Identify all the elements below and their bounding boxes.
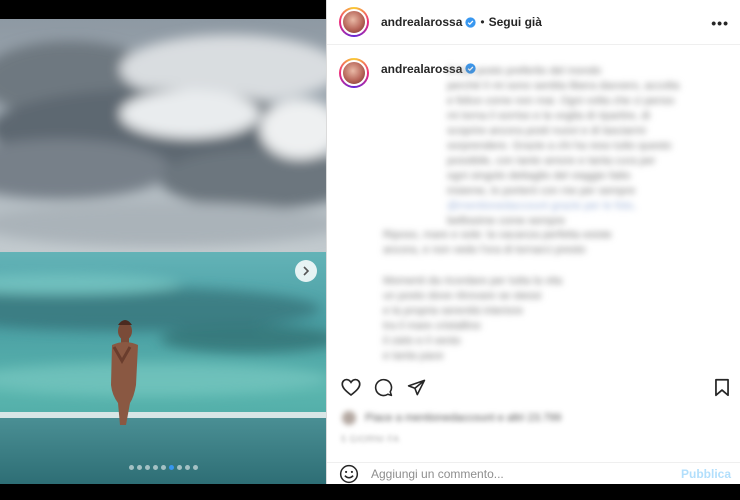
caption-line: insieme, lo porterò con me per sempre xyxy=(447,185,636,197)
photo-image xyxy=(0,19,326,484)
caption-line: bellissime come sempre xyxy=(447,215,565,227)
post-date: 5 GIORNI FA xyxy=(341,434,400,444)
emoji-icon[interactable] xyxy=(339,464,359,484)
comment-bar: Pubblica xyxy=(327,462,740,484)
more-options-icon[interactable]: ••• xyxy=(711,15,729,31)
instagram-post-window: andrealarossa • Segui già ••• andrealaro… xyxy=(0,0,740,500)
caption-line: tra il mare cristallino xyxy=(383,320,481,332)
carousel-dot xyxy=(168,465,174,470)
post-header: andrealarossa • Segui già ••• xyxy=(327,0,740,45)
caption-avatar[interactable] xyxy=(339,58,369,88)
caption-line: e tanta pace xyxy=(383,350,444,362)
carousel-dot xyxy=(152,465,158,470)
header-separator: • xyxy=(480,15,485,29)
caption-line: ancora, e non vedo l'ora di tornarci pre… xyxy=(383,244,586,256)
carousel-next-button[interactable] xyxy=(295,260,317,282)
caption-line: il cielo e il vento xyxy=(383,335,461,347)
caption-line: e felice come non mai. Ogni volta che ci… xyxy=(447,95,675,107)
caption-text-blurred-2: Riposo, mare e sole: la vacanza perfetta… xyxy=(383,228,612,258)
post-actions xyxy=(327,370,740,406)
caption-line: Il mio posto preferito del mondo xyxy=(447,65,602,77)
comment-input[interactable] xyxy=(371,466,681,481)
carousel-dots xyxy=(0,465,326,470)
following-button[interactable]: Segui già xyxy=(489,15,542,29)
post-side-panel: andrealarossa • Segui già ••• andrealaro… xyxy=(326,0,740,484)
header-username[interactable]: andrealarossa xyxy=(381,15,462,29)
publish-button[interactable]: Pubblica xyxy=(681,467,731,481)
caption-line: scoprire ancora posti nuovi e di lasciar… xyxy=(447,125,646,137)
bookmark-icon[interactable] xyxy=(714,378,730,397)
caption-line: ogni singolo dettaglio del viaggio fatto xyxy=(447,170,631,182)
share-icon[interactable] xyxy=(407,378,426,397)
caption-text-blurred-3: Momenti da ricordare per tutta la vita un… xyxy=(383,274,562,364)
caption-area: andrealarossa Il mio posto preferito del… xyxy=(327,46,740,368)
post-photo[interactable] xyxy=(0,19,326,484)
carousel-dot xyxy=(184,465,190,470)
caption-line: @mentionedaccount grazie per le foto, xyxy=(447,200,637,212)
caption-line: Riposo, mare e sole: la vacanza perfetta… xyxy=(383,229,612,241)
caption-line: possibile, con tanto amore e tanta cura … xyxy=(447,155,656,167)
carousel-dot xyxy=(144,465,150,470)
likes-summary[interactable]: Piace a mentionedaccount e altri 23.799 xyxy=(341,410,561,426)
verified-badge-icon xyxy=(465,16,477,28)
carousel-dot xyxy=(128,465,134,470)
chevron-right-icon xyxy=(303,266,310,276)
heart-icon[interactable] xyxy=(341,378,361,397)
carousel-dot xyxy=(192,465,198,470)
avatar[interactable] xyxy=(339,7,369,37)
comment-icon[interactable] xyxy=(374,378,393,397)
caption-line: mi torna il sorriso e la voglia di ripar… xyxy=(447,110,650,122)
carousel-dot xyxy=(136,465,142,470)
carousel-dot xyxy=(160,465,166,470)
caption-line: e la propria serenità interiore xyxy=(383,305,524,317)
carousel-dot xyxy=(176,465,182,470)
bottom-black-bar xyxy=(0,484,740,500)
caption-line: un posto dove ritrovare se stessi xyxy=(383,290,542,302)
caption-line: sorprendere. Grazie a chi ha reso tutto … xyxy=(447,140,672,152)
caption-line: Momenti da ricordare per tutta la vita xyxy=(383,275,563,287)
caption-line: perché lì mi sono sentita libera davvero… xyxy=(447,80,680,92)
liker-avatar xyxy=(341,410,357,426)
caption-text-blurred: Il mio posto preferito del mondo perché l… xyxy=(447,64,679,229)
likes-text: Piace a mentionedaccount e altri 23.799 xyxy=(365,412,562,424)
